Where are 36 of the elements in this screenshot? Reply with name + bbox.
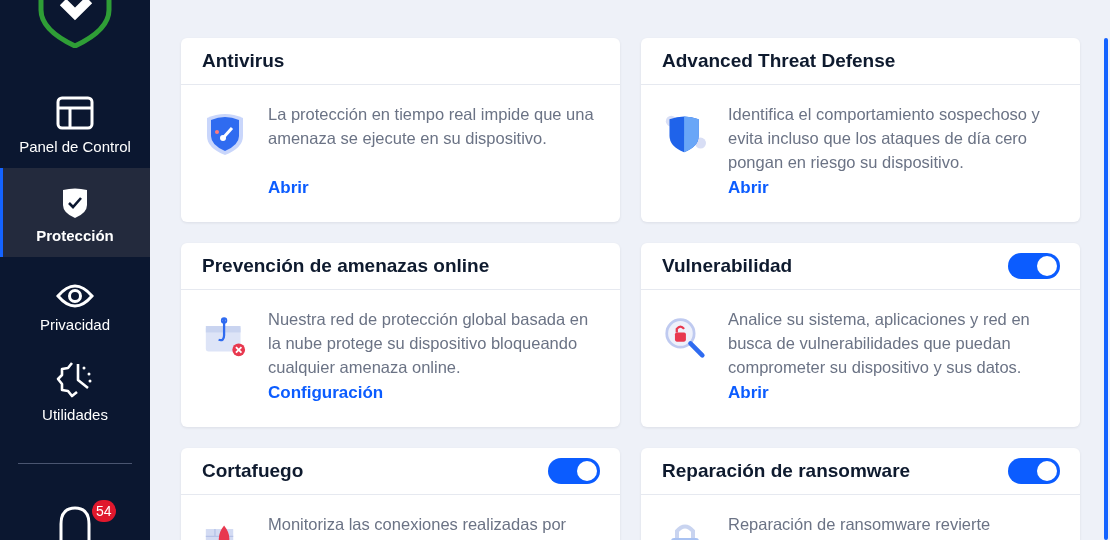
scrollbar[interactable] — [1104, 38, 1108, 540]
card-description: Monitoriza las conexiones realizadas por — [268, 514, 568, 535]
card-title: Antivirus — [202, 50, 285, 72]
card-title: Advanced Threat Defense — [662, 50, 896, 72]
notification-badge: 54 — [92, 500, 116, 522]
nav-label: Panel de Control — [19, 137, 131, 155]
card-description: Nuestra red de protección global basada en la nube protege su dispositivo bloqueando cualquier amenaza online. — [268, 309, 590, 378]
shield-logo-icon — [37, 0, 113, 48]
shield-check-icon — [61, 187, 89, 220]
toggle-switch[interactable] — [548, 458, 600, 484]
card-title: Prevención de amenazas online — [202, 255, 490, 277]
card-description: La protección en tiempo real impide que una amenaza se ejecute en su dispositivo. — [268, 104, 595, 149]
card-link[interactable]: Abrir — [268, 178, 600, 198]
dashboard-icon — [56, 95, 94, 130]
nav-label: Protección — [36, 227, 114, 245]
web-hook-icon — [204, 315, 246, 359]
nav-item[interactable]: Panel de Control — [0, 78, 150, 168]
toggle-switch[interactable] — [1008, 253, 1060, 279]
nav-label: Privacidad — [39, 316, 110, 334]
nav-label: Utilidades — [42, 405, 108, 423]
card-title: Cortafuego — [202, 460, 304, 482]
card-description: Identifica el comportamiento sospechoso y evita incluso que los ataques de día cero pongan en riesgo su dispositivo. — [728, 104, 1041, 173]
card-link[interactable]: Abrir — [728, 383, 1060, 403]
card-link[interactable]: Configuración — [268, 383, 600, 403]
card-title: Vulnerabilidad — [662, 255, 793, 277]
card-description: Reparación de ransomware revierte — [728, 514, 992, 535]
nav-item[interactable]: Utilidades — [0, 346, 150, 436]
eye-icon — [56, 284, 94, 309]
magnifier-lock-icon — [664, 315, 706, 361]
nav-item[interactable]: Privacidad — [0, 257, 150, 347]
bell-icon[interactable] — [58, 506, 92, 540]
nav-item[interactable]: Protección — [0, 167, 150, 258]
card-description: Analice su sistema, aplicaciones y red en busca de vulnerabilidades que puedan comprometer su dispositivo y sus datos. — [728, 309, 1031, 378]
toggle-switch[interactable] — [1008, 458, 1060, 484]
card-title: Reparación de ransomware — [662, 460, 911, 482]
card-link[interactable]: Abrir — [728, 178, 1060, 198]
